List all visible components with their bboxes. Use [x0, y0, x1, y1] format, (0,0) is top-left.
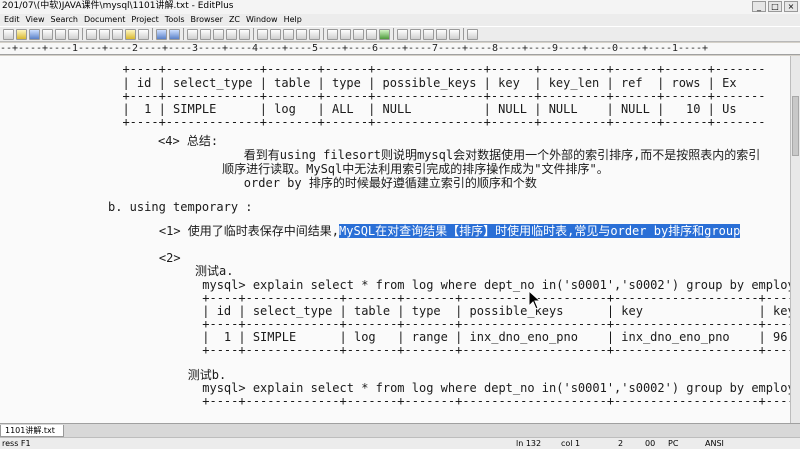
code-line: | id | select_type | table | type | poss… — [108, 76, 737, 90]
spellcheck-icon[interactable] — [86, 28, 97, 40]
column-ruler: --+----+----1----+----2----+----3----+--… — [0, 43, 800, 55]
menu-search[interactable]: Search — [48, 14, 81, 26]
window-title: 201/07\(中软)JAVA课件\mysql\1101讲解.txt - Edi… — [2, 1, 234, 11]
menu-browser[interactable]: Browser — [189, 14, 227, 26]
maximize-button[interactable]: □ — [768, 1, 782, 12]
print-icon[interactable] — [55, 28, 66, 40]
undo-icon[interactable] — [156, 28, 167, 40]
output-window-icon[interactable] — [423, 28, 434, 40]
word-wrap-icon[interactable] — [270, 28, 281, 40]
title-bar: 201/07\(中软)JAVA课件\mysql\1101讲解.txt - Edi… — [0, 0, 800, 14]
toolbar — [0, 26, 800, 42]
code-line: | 1 | SIMPLE | log | range | inx_dno_eno… — [130, 330, 790, 344]
menu-help[interactable]: Help — [282, 14, 306, 26]
find-in-files-icon[interactable] — [226, 28, 237, 40]
directory-icon[interactable] — [410, 28, 421, 40]
font-icon[interactable] — [257, 28, 268, 40]
code-line: <4> 总结: — [158, 134, 219, 148]
save-all-icon[interactable] — [42, 28, 53, 40]
menu-window[interactable]: Window — [244, 14, 282, 26]
paste-icon[interactable] — [125, 28, 136, 40]
status-bar: ress F1 ln 132 col 1 2 00 PC ANSI — [0, 437, 800, 449]
print-preview-icon[interactable] — [68, 28, 79, 40]
code-line: 看到有using filesort则说明mysql会对数据使用一个外部的索引排序… — [186, 148, 761, 162]
code-line: 测试a. — [130, 264, 234, 278]
window-controls: _ □ × — [752, 1, 798, 12]
document-tab-bar: 1101讲解.txt — [0, 423, 800, 437]
code-line: mysql> explain select * from log where d… — [130, 278, 790, 292]
toolbar-separator — [152, 28, 153, 40]
document-tab[interactable]: 1101讲解.txt — [0, 425, 64, 437]
code-line: 测试b. — [130, 368, 227, 382]
menu-project[interactable]: Project — [129, 14, 162, 26]
scrollbar-thumb[interactable] — [792, 96, 799, 156]
code-text: <1> 使用了临时表保存中间结果, — [130, 224, 340, 238]
check-icon[interactable] — [379, 28, 390, 40]
redo-icon[interactable] — [169, 28, 180, 40]
code-line: | id | select_type | table | type | poss… — [130, 304, 790, 318]
code-line: mysql> explain select * from log where d… — [130, 381, 790, 395]
line-number-icon[interactable] — [296, 28, 307, 40]
code-line: +----+-------------+-------+-------+----… — [130, 343, 790, 357]
toolbar-separator — [183, 28, 184, 40]
menu-document[interactable]: Document — [82, 14, 129, 26]
text-editor[interactable]: +----+-------------+-------+------+-----… — [0, 56, 790, 423]
open-folder-icon[interactable] — [16, 28, 27, 40]
goto-line-icon[interactable] — [239, 28, 250, 40]
status-file-mode: PC — [668, 439, 679, 448]
find-icon[interactable] — [187, 28, 198, 40]
whitespace-icon[interactable] — [309, 28, 320, 40]
split-window-icon[interactable] — [436, 28, 447, 40]
status-line: ln 132 — [516, 439, 542, 448]
user-tool-3-icon[interactable] — [353, 28, 364, 40]
toolbar-separator — [463, 28, 464, 40]
save-icon[interactable] — [29, 28, 40, 40]
code-line: +----+-------------+-------+-------+----… — [130, 394, 790, 408]
toolbar-separator — [82, 28, 83, 40]
code-line: <1> 使用了临时表保存中间结果,MySQL在对查询结果【排序】时使用临时表,常… — [130, 224, 741, 238]
code-line: +----+-------------+-------+------+-----… — [108, 115, 766, 129]
minimize-button[interactable]: _ — [752, 1, 766, 12]
mouse-pointer-icon — [528, 289, 542, 310]
code-line: | 1 | SIMPLE | log | ALL | NULL | NULL |… — [108, 102, 737, 116]
menu-view[interactable]: View — [24, 14, 49, 26]
browser-view-icon[interactable] — [366, 28, 377, 40]
new-file-icon[interactable] — [3, 28, 14, 40]
vertical-scrollbar[interactable] — [790, 56, 800, 423]
find-next-icon[interactable] — [200, 28, 211, 40]
status-hint: ress F1 — [2, 439, 31, 448]
status-encoding: ANSI — [705, 439, 724, 448]
code-line: <2> — [130, 251, 181, 265]
code-line: +----+-------------+-------+------+-----… — [108, 89, 766, 103]
copy-icon[interactable] — [112, 28, 123, 40]
code-line: 顺序进行读取。MySql中无法利用索引完成的排序操作成为"文件排序"。 — [186, 162, 609, 176]
close-button[interactable]: × — [784, 1, 798, 12]
toolbar-separator — [393, 28, 394, 40]
status-number: 2 — [618, 439, 624, 448]
toolbar-separator — [253, 28, 254, 40]
user-tool-1-icon[interactable] — [327, 28, 338, 40]
menu-tools[interactable]: Tools — [163, 14, 189, 26]
code-line: +----+-------------+-------+-------+----… — [130, 317, 790, 331]
menu-zc[interactable]: ZC — [227, 14, 244, 26]
code-line: order by 排序的时候最好遵循建立索引的顺序和个数 — [186, 176, 537, 190]
code-line: +----+-------------+-------+------+-----… — [108, 62, 766, 76]
ruler-icon[interactable] — [283, 28, 294, 40]
user-tool-2-icon[interactable] — [340, 28, 351, 40]
tile-window-icon[interactable] — [449, 28, 460, 40]
replace-icon[interactable] — [213, 28, 224, 40]
code-line: +----+-------------+-------+-------+----… — [130, 291, 790, 305]
menu-bar: Edit View Search Document Project Tools … — [0, 14, 800, 26]
selected-text[interactable]: MySQL在对查询结果【排序】时使用临时表,常见与order by排序和grou… — [339, 224, 741, 238]
cut-icon[interactable] — [99, 28, 110, 40]
help-icon[interactable] — [467, 28, 478, 40]
status-hex: 00 — [645, 439, 656, 448]
cliptext-icon[interactable] — [397, 28, 408, 40]
delete-icon[interactable] — [138, 28, 149, 40]
toolbar-separator — [323, 28, 324, 40]
menu-edit[interactable]: Edit — [2, 14, 24, 26]
status-column: col 1 — [561, 439, 581, 448]
code-line: b. using temporary : — [108, 200, 253, 214]
